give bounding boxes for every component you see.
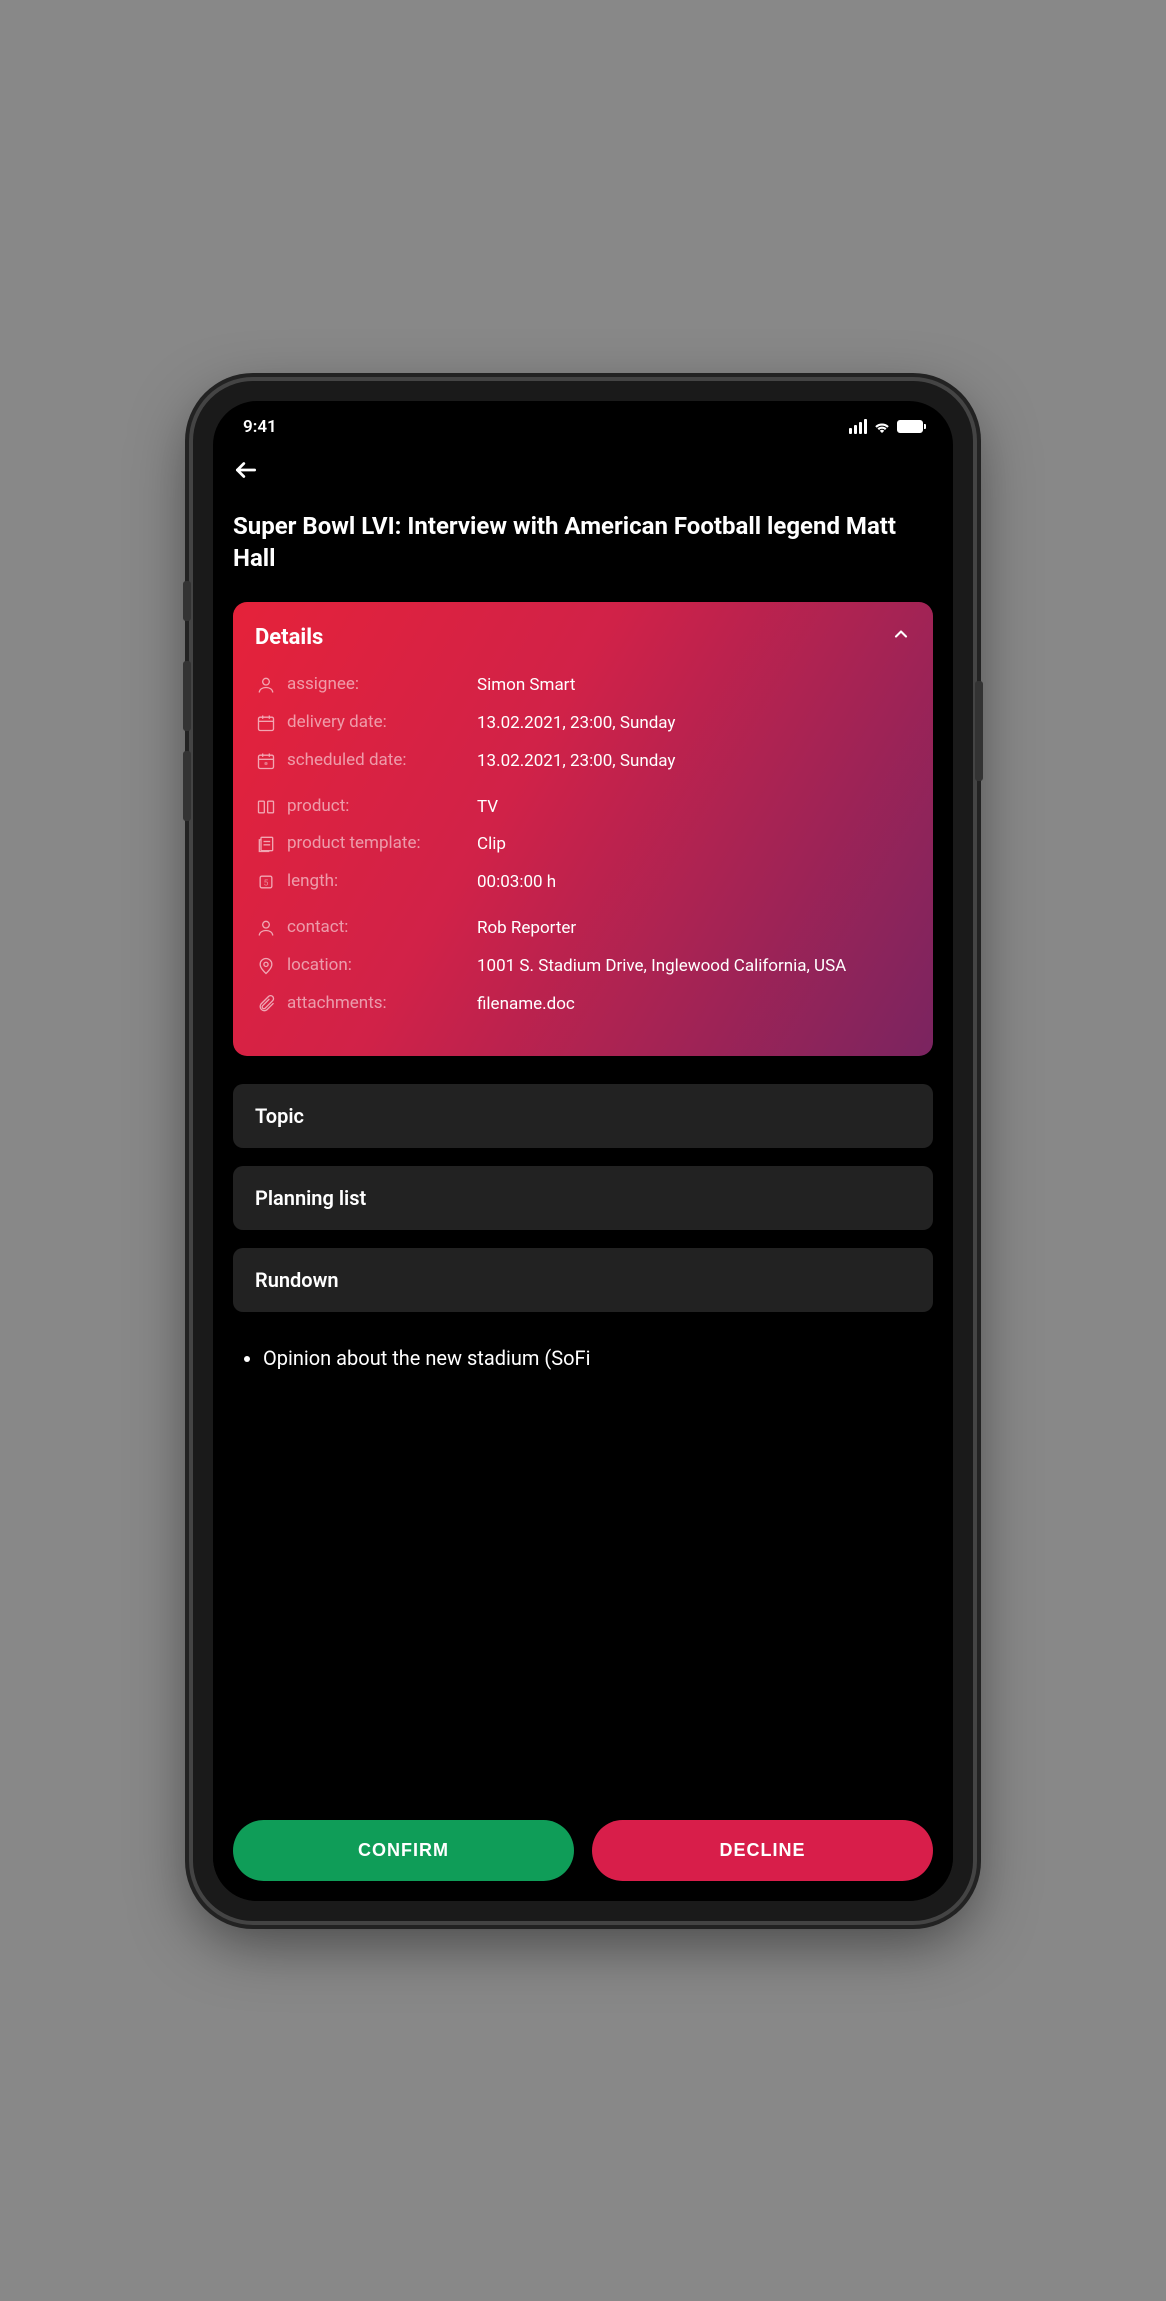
detail-row-assignee: assignee: Simon Smart [255,674,911,698]
detail-value: Rob Reporter [477,917,576,941]
phone-side-button [975,681,983,781]
note-item: Opinion about the new stadium (SoFi [263,1344,923,1372]
chevron-up-icon [891,624,911,650]
devices-icon [255,796,277,818]
status-indicators [849,419,923,434]
detail-row-length: 5 length: 00:03:00 h [255,871,911,895]
content: Super Bowl LVI: Interview with American … [213,510,953,1499]
details-heading: Details [255,625,323,650]
notes-list: Opinion about the new stadium (SoFi [233,1330,933,1372]
paperclip-icon [255,993,277,1015]
detail-row-product: product: TV [255,796,911,820]
detail-row-attachments: attachments: filename.doc [255,993,911,1017]
detail-label: location: [287,955,467,975]
confirm-button[interactable]: CONFIRM [233,1820,574,1881]
section-title: Rundown [255,1268,339,1292]
detail-value: Simon Smart [477,674,575,698]
detail-label: attachments: [287,993,467,1013]
detail-value: TV [477,796,498,820]
section-title: Topic [255,1104,304,1128]
detail-value: 13.02.2021, 23:00, Sunday [477,750,675,774]
detail-row-product-template: product template: Clip [255,833,911,857]
cellular-signal-icon [849,419,867,434]
section-planning-list[interactable]: Planning list [233,1166,933,1230]
detail-label: contact: [287,917,467,937]
detail-row-delivery-date: delivery date: 13.02.2021, 23:00, Sunday [255,712,911,736]
detail-value: filename.doc [477,993,575,1017]
person-icon [255,674,277,696]
detail-label: product template: [287,833,467,853]
detail-label: length: [287,871,467,891]
phone-side-button [183,581,191,621]
status-time: 9:41 [243,417,277,437]
phone-side-button [183,661,191,731]
detail-label: delivery date: [287,712,467,732]
details-header[interactable]: Details [255,624,911,650]
duration-icon: 5 [255,871,277,893]
footer-actions: CONFIRM DECLINE [213,1800,953,1901]
notch [483,401,683,431]
calendar-check-icon [255,750,277,772]
phone-frame: 9:41 Super Bowl LVI: Interview with Amer… [193,381,973,1921]
template-icon [255,833,277,855]
detail-row-location: location: 1001 S. Stadium Drive, Inglewo… [255,955,911,979]
svg-text:5: 5 [264,879,269,889]
battery-icon [897,420,923,433]
screen: 9:41 Super Bowl LVI: Interview with Amer… [213,401,953,1901]
detail-value: 1001 S. Stadium Drive, Inglewood Califor… [477,955,846,979]
header [213,447,953,510]
back-arrow-icon[interactable] [233,457,259,490]
detail-value: 13.02.2021, 23:00, Sunday [477,712,675,736]
calendar-icon [255,712,277,734]
details-card: Details assignee: Simon Smart delivery d… [233,602,933,1056]
detail-label: assignee: [287,674,467,694]
detail-value: 00:03:00 h [477,871,556,895]
wifi-icon [873,420,891,434]
section-rundown[interactable]: Rundown [233,1248,933,1312]
location-pin-icon [255,955,277,977]
section-topic[interactable]: Topic [233,1084,933,1148]
detail-label: product: [287,796,467,816]
section-title: Planning list [255,1186,366,1210]
detail-value: Clip [477,833,506,857]
detail-row-contact: contact: Rob Reporter [255,917,911,941]
decline-button[interactable]: DECLINE [592,1820,933,1881]
page-title: Super Bowl LVI: Interview with American … [233,510,933,575]
person-icon [255,917,277,939]
detail-label: scheduled date: [287,750,467,770]
phone-side-button [183,751,191,821]
detail-row-scheduled-date: scheduled date: 13.02.2021, 23:00, Sunda… [255,750,911,774]
